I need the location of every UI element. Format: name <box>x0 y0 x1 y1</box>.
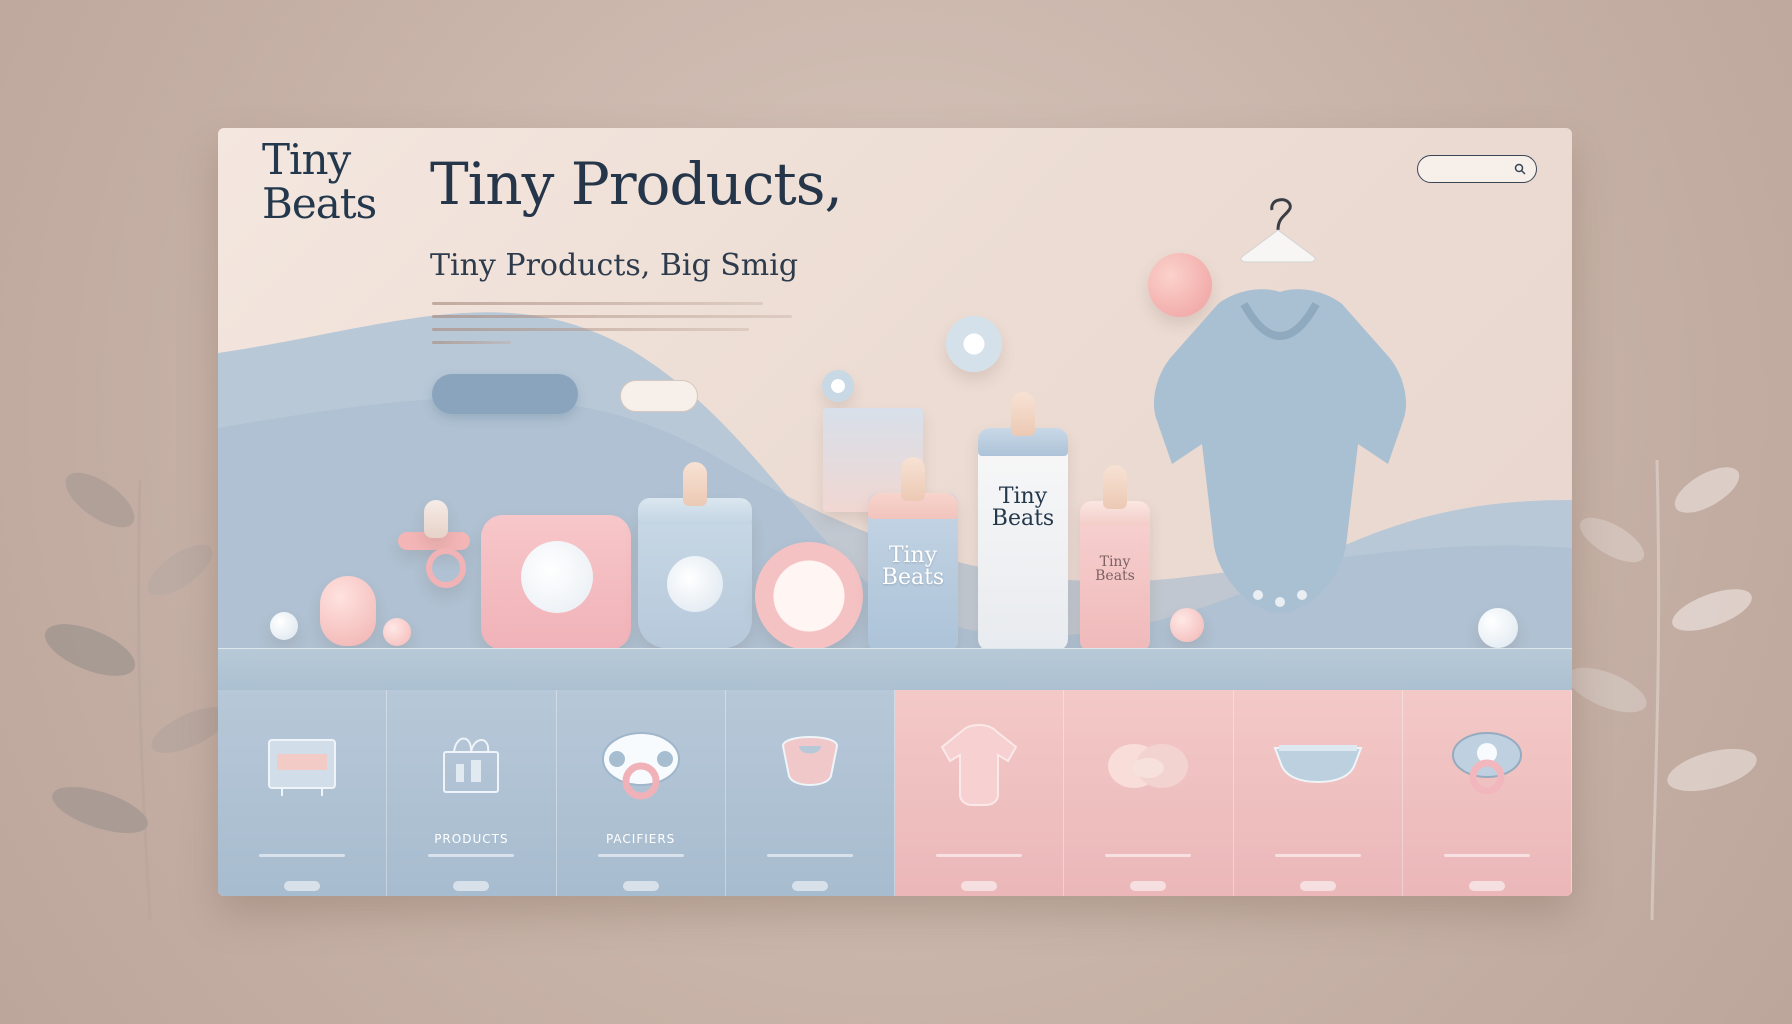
pink-baby-monitor <box>481 515 631 650</box>
hanger-icon <box>1240 198 1316 263</box>
pacifier-icon <box>1451 732 1522 795</box>
category-card-products[interactable]: PRODUCTS <box>387 690 557 896</box>
round-container <box>755 542 863 650</box>
diaper-icon <box>1273 745 1363 784</box>
blue-teether-ring <box>946 316 1002 372</box>
category-card-pacifier-sets[interactable] <box>1402 690 1572 896</box>
category-label-pacifiers: PACIFIERS <box>605 832 676 846</box>
tall-bottle-brand-line1: Tiny <box>998 484 1048 509</box>
category-card-storage[interactable] <box>218 690 388 896</box>
product-shelf <box>218 648 1572 690</box>
cushion-icon <box>1108 744 1189 788</box>
blue-bottle <box>638 462 752 648</box>
search-icon <box>1514 163 1526 175</box>
baby-onesie <box>1153 289 1407 613</box>
hero-subheadline: Tiny Products, Big Smig <box>430 248 799 283</box>
leaf-decoration-icon <box>44 472 229 920</box>
rattle-ball-pink <box>383 618 411 646</box>
brand-name-line1: Tiny <box>262 135 351 184</box>
bottle-brand-line2: Beats <box>881 565 945 590</box>
bib-icon <box>781 736 838 786</box>
small-blue-ball <box>1478 608 1518 648</box>
pacifier-nipple <box>424 500 448 538</box>
category-card-soft-toys[interactable] <box>1064 690 1234 896</box>
category-card-diapers[interactable] <box>1233 690 1403 896</box>
search-bar[interactable] <box>1417 155 1537 183</box>
tall-tiny-beats-bottle: Tiny Beats <box>978 392 1068 651</box>
category-label-products: PRODUCTS <box>434 832 509 846</box>
pacifier-icon <box>601 732 680 800</box>
pink-bottle-brand-line1: Tiny <box>1099 554 1131 570</box>
small-teether-ring <box>822 370 854 402</box>
secondary-cta-button[interactable] <box>620 380 698 412</box>
category-card-pacifiers[interactable]: PACIFIERS <box>556 690 726 896</box>
pink-egg <box>320 576 376 646</box>
category-card-onesies[interactable] <box>895 690 1065 896</box>
storage-box-icon <box>268 739 337 796</box>
category-card-bibs[interactable] <box>725 690 895 896</box>
pacifier-ring <box>426 548 466 588</box>
bottle-brand-line1: Tiny <box>888 543 938 568</box>
rattle-ball-white <box>270 612 298 640</box>
pink-bottle-brand-line2: Beats <box>1095 568 1135 584</box>
category-grid: PRODUCTS PACIFIERS <box>218 690 1572 896</box>
tiny-beats-bottle: Tiny Beats <box>868 457 958 651</box>
brand-logo[interactable]: Tiny Beats <box>262 138 412 226</box>
tall-bottle-brand-line2: Beats <box>991 506 1055 531</box>
brand-name-line2: Beats <box>262 179 377 228</box>
hero-body-text <box>432 302 792 354</box>
onesie-icon <box>940 724 1018 806</box>
web-page: Tiny Beats Tiny Products, Tiny Products,… <box>218 128 1572 896</box>
leaf-decoration-icon <box>1567 459 1757 920</box>
shop-now-button[interactable] <box>432 374 578 414</box>
gift-basket-icon <box>443 737 500 793</box>
hero-headline: Tiny Products, <box>430 150 843 218</box>
